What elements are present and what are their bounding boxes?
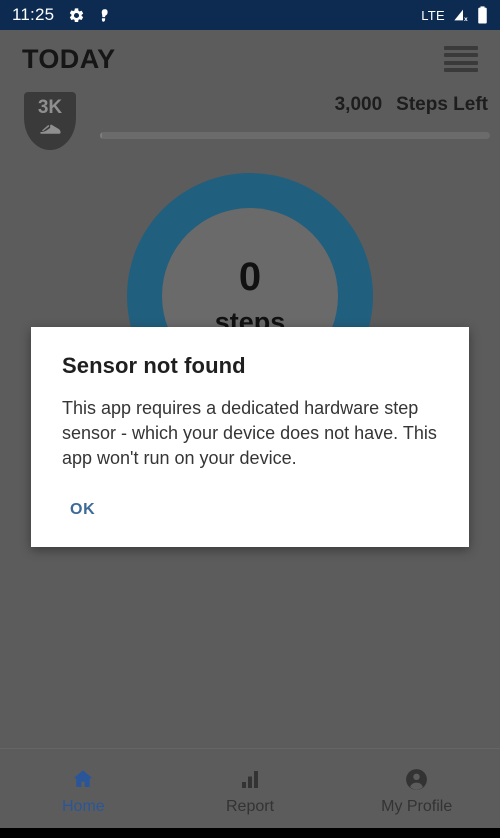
dialog-button-row: OK [62, 495, 438, 533]
bottom-navigation-bar: Home Report My Profile [0, 748, 500, 828]
dialog-message: This app requires a dedicated hardware s… [62, 398, 437, 468]
dialog-title: Sensor not found [62, 353, 246, 378]
nav-label-my-profile: My Profile [381, 798, 453, 815]
ok-button[interactable]: OK [62, 495, 103, 525]
system-navigation-bar [0, 828, 500, 838]
person-circle-icon [404, 767, 429, 791]
bar-chart-icon [238, 767, 262, 791]
nav-label-report: Report [225, 798, 275, 815]
nav-label-home: Home [61, 798, 105, 815]
nav-item-my-profile[interactable]: My Profile [333, 749, 500, 828]
sensor-not-found-dialog: Sensor not found This app requires a ded… [31, 327, 469, 547]
home-icon [71, 767, 95, 791]
nav-item-home[interactable]: Home [0, 749, 167, 828]
nav-item-report[interactable]: Report [167, 749, 334, 828]
app-screen: 11:25 LTE x TODAY 3K 3,000 Steps Left 0 … [0, 0, 500, 838]
